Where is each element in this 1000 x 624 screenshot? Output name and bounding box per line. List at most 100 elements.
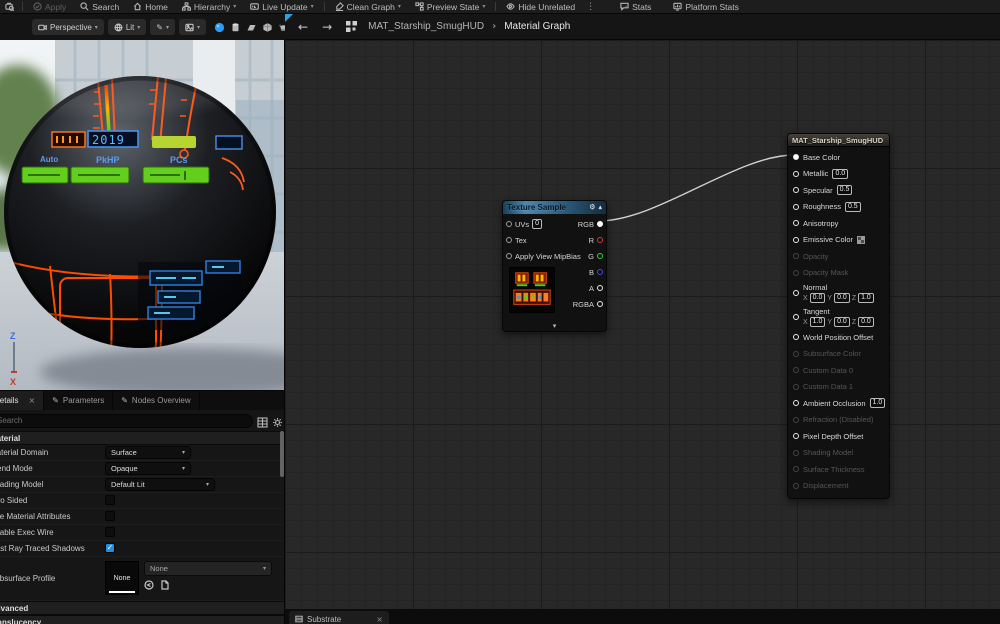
show-flags-dropdown[interactable]: ✎ ▾ xyxy=(150,19,175,35)
pin-circle-icon[interactable] xyxy=(793,350,799,357)
pin-value-box[interactable]: 0.0 xyxy=(809,293,826,303)
pin-value-box[interactable]: 0.0 xyxy=(858,317,874,327)
close-tab-icon[interactable]: × xyxy=(376,615,383,624)
pin-circle-icon[interactable] xyxy=(793,290,799,296)
pin-circle-icon[interactable] xyxy=(793,236,799,243)
pin-circle-icon[interactable] xyxy=(793,400,799,407)
pin-circle-icon[interactable] xyxy=(506,253,512,259)
texture-thumbnail[interactable] xyxy=(509,267,555,313)
pin-circle-icon[interactable] xyxy=(793,433,799,440)
node-settings-gear-icon[interactable]: ⚙ xyxy=(589,204,595,211)
pin-circle-icon[interactable] xyxy=(597,237,603,243)
tab-parameters[interactable]: ✎ Parameters xyxy=(44,391,114,410)
pin-circle-icon[interactable] xyxy=(793,466,799,473)
pin-circle-icon[interactable] xyxy=(793,416,799,423)
collapse-up-icon[interactable]: ▴ xyxy=(598,204,602,211)
pin-value-box[interactable]: 0.0 xyxy=(834,317,850,327)
pin-circle-icon[interactable] xyxy=(597,221,603,227)
pin-circle-icon[interactable] xyxy=(793,367,799,374)
material-pin-displacement[interactable]: Displacement xyxy=(788,478,889,495)
pin-circle-icon[interactable] xyxy=(597,301,603,307)
hide-unrelated-button[interactable]: Hide Unrelated xyxy=(499,0,582,14)
material-pin-opacity-mask[interactable]: Opacity Mask xyxy=(788,265,889,282)
platform-stats-button[interactable]: Platform Stats xyxy=(666,0,745,14)
texture-output-pin-g[interactable]: G xyxy=(573,248,603,264)
pin-circle-icon[interactable] xyxy=(597,269,603,275)
material-pin-emissive-color[interactable]: Emissive Color xyxy=(788,232,889,249)
pin-circle-icon[interactable] xyxy=(793,154,799,161)
stats-button[interactable]: Stats xyxy=(613,0,658,14)
material-graph-canvas[interactable]: Texture Sample ⚙ ▴ UVs 0 Tex Apply View Mip… xyxy=(285,40,1000,609)
material-pin-custom-data-1[interactable]: Custom Data 1 xyxy=(788,379,889,396)
pin-value-box[interactable]: 0.5 xyxy=(836,185,853,196)
texture-node-header[interactable]: Texture Sample ⚙ ▴ xyxy=(503,201,606,214)
pin-value-box[interactable]: 0.5 xyxy=(844,201,861,212)
preview-state-button[interactable]: Preview State ▾ xyxy=(408,0,492,14)
category-translucency[interactable]: Translucency xyxy=(0,615,285,624)
details-search-input[interactable]: Search xyxy=(0,413,253,428)
pin-circle-icon[interactable] xyxy=(793,203,799,210)
pin-circle-icon[interactable] xyxy=(793,314,799,320)
node-expand-chevron-icon[interactable]: ▾ xyxy=(503,322,606,330)
clean-graph-button[interactable]: Clean Graph ▾ xyxy=(328,0,408,14)
pin-circle-icon[interactable] xyxy=(597,285,603,291)
emissive-color-swatch-icon[interactable] xyxy=(857,235,866,244)
texture-output-pin-b[interactable]: B xyxy=(573,264,603,280)
pin-circle-icon[interactable] xyxy=(793,187,799,194)
category-material[interactable]: Material xyxy=(0,431,285,445)
asset-dropdown[interactable]: None ▾ xyxy=(144,561,272,576)
browse-asset-button[interactable] xyxy=(0,0,19,14)
material-pin-custom-data-0[interactable]: Custom Data 0 xyxy=(788,362,889,379)
perspective-dropdown[interactable]: Perspective ▾ xyxy=(32,19,104,35)
category-advanced[interactable]: Advanced xyxy=(0,601,285,615)
material-pin-base-color[interactable]: Base Color xyxy=(788,149,889,166)
preview-scene-dropdown[interactable]: ▾ xyxy=(179,19,207,35)
breadcrumb-page[interactable]: Material Graph xyxy=(504,21,570,32)
material-pin-normal[interactable]: Normal X 0.0 Y 0.0 Z 1.0 xyxy=(788,281,889,305)
preview-cylinder-button[interactable] xyxy=(230,22,241,33)
use-selected-asset-icon[interactable] xyxy=(144,580,154,590)
material-pin-tangent[interactable]: Tangent X 1.0 Y 0.0 Z 0.0 xyxy=(788,305,889,329)
pin-circle-icon[interactable] xyxy=(506,237,512,243)
material-pin-metallic[interactable]: Metallic 0.0 xyxy=(788,166,889,183)
pin-circle-icon[interactable] xyxy=(793,334,799,341)
texture-sample-node[interactable]: Texture Sample ⚙ ▴ UVs 0 Tex Apply View Mip… xyxy=(502,200,607,332)
preview-cube-button[interactable] xyxy=(262,22,273,33)
property-checkbox[interactable] xyxy=(105,511,115,521)
asset-thumbnail[interactable]: None xyxy=(105,561,139,595)
pin-circle-icon[interactable] xyxy=(793,383,799,390)
pin-circle-icon[interactable] xyxy=(506,221,512,227)
texture-output-pin-a[interactable]: A xyxy=(573,280,603,296)
pin-circle-icon[interactable] xyxy=(793,170,799,177)
pin-value-box[interactable]: 0 xyxy=(532,219,543,229)
property-checkbox[interactable] xyxy=(105,495,115,505)
pin-circle-icon[interactable] xyxy=(793,482,799,489)
property-dropdown[interactable]: Default Lit ▾ xyxy=(105,478,215,491)
property-checkbox[interactable]: ✓ xyxy=(105,543,115,553)
home-button[interactable]: Home xyxy=(126,0,175,14)
material-pin-pixel-depth-offset[interactable]: Pixel Depth Offset xyxy=(788,428,889,445)
details-settings-gear-icon[interactable] xyxy=(272,415,283,427)
forward-button[interactable]: → xyxy=(319,20,335,34)
back-button[interactable]: ← xyxy=(295,20,311,34)
pin-circle-icon[interactable] xyxy=(793,449,799,456)
tab-nodes-overview[interactable]: ✎ Nodes Overview xyxy=(113,391,200,410)
texture-input-pin-uvs[interactable]: UVs 0 xyxy=(506,216,581,232)
tab-details[interactable]: Details × xyxy=(0,391,45,410)
graph-overview-icon[interactable] xyxy=(345,20,358,33)
hierarchy-button[interactable]: Hierarchy ▾ xyxy=(175,0,243,14)
pin-value-box[interactable]: 0.0 xyxy=(832,168,849,179)
material-pin-anisotropy[interactable]: Anisotropy xyxy=(788,215,889,232)
material-pin-specular[interactable]: Specular 0.5 xyxy=(788,182,889,199)
pin-value-box[interactable]: 1.0 xyxy=(809,317,826,327)
material-pin-subsurface-color[interactable]: Subsurface Color xyxy=(788,346,889,363)
material-pin-roughness[interactable]: Roughness 0.5 xyxy=(788,199,889,216)
preview-plane-button[interactable] xyxy=(246,22,257,33)
pin-circle-icon[interactable] xyxy=(793,253,799,260)
property-dropdown[interactable]: Opaque ▾ xyxy=(105,462,191,475)
material-pin-refraction-disabled-[interactable]: Refraction (Disabled) xyxy=(788,412,889,429)
lit-mode-dropdown[interactable]: Lit ▾ xyxy=(107,19,147,35)
material-pin-ambient-occlusion[interactable]: Ambient Occlusion 1.0 xyxy=(788,395,889,412)
pin-value-box[interactable]: 1.0 xyxy=(869,398,886,409)
search-button[interactable]: Search xyxy=(73,0,126,14)
